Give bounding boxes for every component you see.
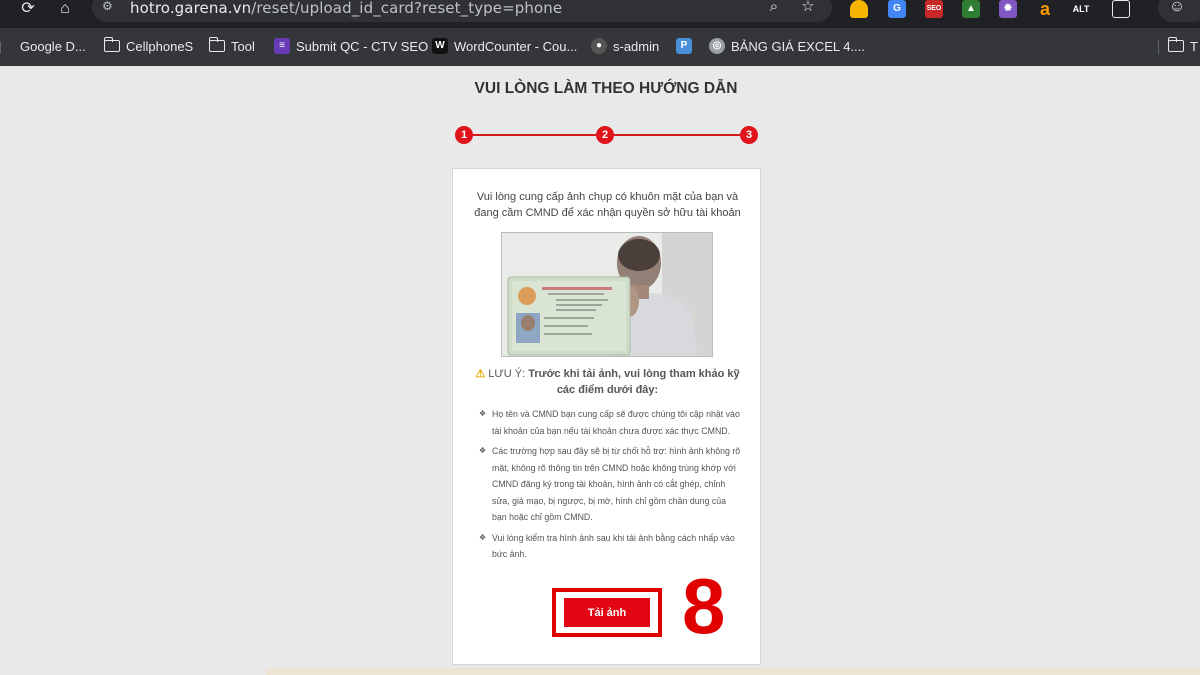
- bookmark-label: Tool: [231, 38, 255, 54]
- bookmark-bang-gia-excel[interactable]: ◎ BẢNG GIÁ EXCEL 4....: [709, 36, 865, 56]
- guideline-list: Họ tên và CMND bạn cung cấp sẽ được chún…: [479, 406, 743, 567]
- extensions-puzzle-icon[interactable]: [1112, 0, 1130, 18]
- page-title: VUI LÒNG LÀM THEO HƯỚNG DẪN: [474, 80, 738, 97]
- bookmark-s-admin[interactable]: ● s-admin: [591, 36, 659, 56]
- bookmark-label: WordCounter - Cou...: [454, 38, 578, 54]
- zoom-search-icon[interactable]: ⌕: [764, 0, 784, 17]
- step-2-dot: 2: [596, 126, 614, 144]
- list-item: Các trường hợp sau đây sẽ bị từ chối hỗ …: [479, 443, 743, 526]
- step-progress: 1 2 3: [455, 126, 759, 146]
- profile-button[interactable]: ☺: [1158, 0, 1200, 22]
- upload-highlight-box: Tải ảnh: [552, 588, 662, 637]
- ext-chart-icon[interactable]: ▲: [962, 0, 980, 18]
- reload-icon[interactable]: ⟳: [17, 0, 39, 22]
- ext-seo-icon[interactable]: SEO: [925, 0, 943, 18]
- forms-icon: ≡: [274, 38, 290, 54]
- github-icon: ●: [591, 38, 607, 54]
- p-icon: P: [676, 38, 692, 54]
- warning-note: ⚠ LƯU Ý: Trước khi tải ảnh, vui lòng tha…: [473, 366, 742, 398]
- sample-photo-illustration: [502, 233, 712, 356]
- folder-icon: [103, 37, 120, 52]
- warning-icon: ⚠: [475, 368, 486, 380]
- note-prefix: LƯU Ý:: [488, 368, 526, 380]
- bookmark-tool[interactable]: Tool: [208, 36, 255, 56]
- step-connector: [611, 134, 753, 136]
- bookmarks-divider: [1158, 40, 1159, 54]
- instruction-text: Vui lòng cung cấp ảnh chụp có khuôn mặt …: [474, 191, 741, 219]
- ext-bell-icon[interactable]: [850, 0, 868, 18]
- bookmark-p[interactable]: P: [676, 36, 692, 56]
- bookmark-submit-qc[interactable]: ≡ Submit QC - CTV SEO: [274, 36, 428, 56]
- profile-icon: ☺: [1168, 0, 1186, 15]
- bookmark-separator: |: [0, 36, 1, 56]
- bookmark-google-docs[interactable]: Google D...: [20, 36, 86, 56]
- bookmark-label: Submit QC - CTV SEO: [296, 38, 429, 54]
- bookmark-other[interactable]: T: [1167, 36, 1198, 56]
- bookmark-label: T: [1190, 38, 1198, 54]
- ext-gear-icon[interactable]: ✹: [999, 0, 1017, 18]
- globe-icon: ◎: [709, 38, 725, 54]
- list-item: Họ tên và CMND bạn cung cấp sẽ được chún…: [479, 406, 743, 439]
- wordcounter-icon: W: [432, 38, 448, 54]
- step-1-dot: 1: [455, 126, 473, 144]
- step-3-dot: 3: [740, 126, 758, 144]
- page-bottom-strip: [266, 668, 1200, 675]
- home-icon[interactable]: ⌂: [54, 0, 76, 22]
- bookmark-wordcounter[interactable]: W WordCounter - Cou...: [432, 36, 577, 56]
- step-connector: [469, 134, 611, 136]
- address-bar[interactable]: ⚙ hotro.garena.vn/reset/upload_id_card?r…: [92, 0, 832, 22]
- folder-icon: [1167, 37, 1184, 52]
- ext-translate-icon[interactable]: G: [888, 0, 906, 18]
- bookmark-cellphones[interactable]: CellphoneS: [103, 36, 194, 56]
- ext-alt-icon[interactable]: ALT: [1072, 0, 1090, 18]
- url-text[interactable]: hotro.garena.vn/reset/upload_id_card?res…: [130, 0, 562, 17]
- list-item: Vui lòng kiểm tra hình ảnh sau khi tải ả…: [479, 530, 743, 563]
- bookmark-label: CellphoneS: [126, 38, 194, 54]
- site-settings-icon[interactable]: ⚙: [102, 0, 120, 13]
- bookmarks-bar: | Google D... CellphoneS Tool ≡ Submit Q…: [0, 28, 1200, 66]
- bookmark-label: s-admin: [613, 38, 660, 54]
- ext-amazon-icon[interactable]: a: [1036, 0, 1054, 18]
- note-text: Trước khi tải ảnh, vui lòng tham khảo kỹ…: [528, 368, 740, 396]
- folder-icon: [208, 37, 225, 52]
- sample-id-photo[interactable]: [501, 232, 713, 357]
- browser-toolbar: ⟳ ⌂ ⚙ hotro.garena.vn/reset/upload_id_ca…: [0, 0, 1200, 28]
- bookmark-star-icon[interactable]: ☆: [798, 0, 818, 17]
- bookmark-label: Google D...: [20, 38, 86, 54]
- step-annotation-number: 8: [682, 562, 726, 650]
- upload-photo-button[interactable]: Tải ảnh: [564, 598, 650, 627]
- bookmark-label: BẢNG GIÁ EXCEL 4....: [731, 38, 865, 54]
